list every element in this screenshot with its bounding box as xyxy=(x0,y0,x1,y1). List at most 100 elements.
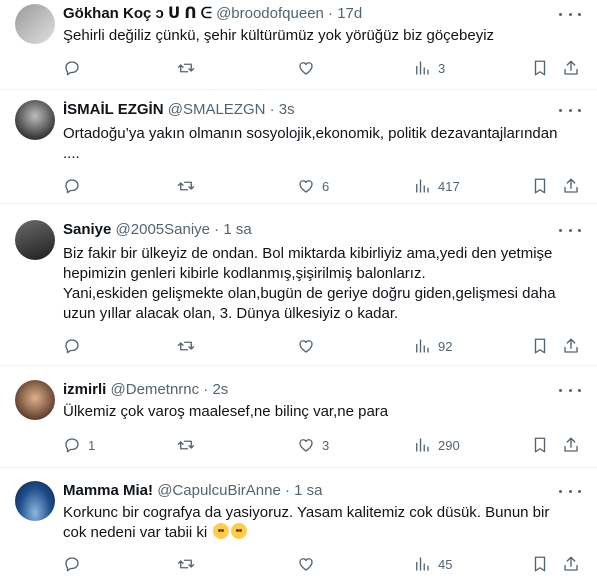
heart-icon xyxy=(299,439,313,452)
more-icon[interactable] xyxy=(559,102,581,118)
like-button[interactable] xyxy=(297,336,322,356)
author-handle-time[interactable]: @2005Saniye · 1 sa xyxy=(116,221,252,238)
tweet[interactable]: izmirli @Demetnrnc · 2s Ülkemiz çok varo… xyxy=(0,366,597,468)
action-bar: 1 3 290 xyxy=(0,435,597,455)
retweet-button[interactable] xyxy=(177,554,202,574)
retweet-icon xyxy=(177,63,195,73)
tweet-header: Mamma Mia! @CapulcuBirAnne · 1 sa xyxy=(63,481,557,501)
retweet-icon xyxy=(177,440,195,450)
bookmark-button[interactable] xyxy=(531,58,549,78)
avatar[interactable] xyxy=(15,4,55,44)
like-button[interactable] xyxy=(297,554,322,574)
bookmark-button[interactable] xyxy=(531,176,549,196)
reply-button[interactable] xyxy=(63,58,88,78)
bookmark-icon xyxy=(534,437,546,453)
views-button[interactable]: 3 xyxy=(413,58,445,78)
share-icon xyxy=(564,178,578,193)
avatar[interactable] xyxy=(15,481,55,521)
reply-button[interactable]: 1 xyxy=(63,435,95,455)
reply-button[interactable] xyxy=(63,336,88,356)
like-button[interactable] xyxy=(297,58,322,78)
views-button[interactable]: 417 xyxy=(413,176,460,196)
share-button[interactable] xyxy=(562,435,580,455)
reply-icon xyxy=(65,339,79,354)
action-bar: 6 417 xyxy=(0,176,597,196)
tweet-header: izmirli @Demetnrnc · 2s xyxy=(63,380,557,400)
bookmark-button[interactable] xyxy=(531,435,549,455)
share-icon xyxy=(564,60,578,75)
share-button[interactable] xyxy=(562,336,580,356)
tweet-text: Biz fakir bir ülkeyiz de ondan. Bol mikt… xyxy=(63,245,556,322)
tweet[interactable]: İSMAİL EZGİN @SMALEZGN · 3s Ortadoğu’ya … xyxy=(0,90,597,204)
heart-icon xyxy=(299,62,313,75)
share-icon xyxy=(564,556,578,571)
share-icon xyxy=(564,338,578,353)
share-button[interactable] xyxy=(562,554,580,574)
reply-button[interactable] xyxy=(63,554,88,574)
more-icon[interactable] xyxy=(559,6,581,22)
views-button[interactable]: 290 xyxy=(413,435,460,455)
share-button[interactable] xyxy=(562,58,580,78)
views-icon xyxy=(416,438,429,452)
more-icon[interactable] xyxy=(559,222,581,238)
reply-icon xyxy=(65,438,79,453)
like-button[interactable]: 6 xyxy=(297,176,329,196)
face-with-rolling-eyes-icon xyxy=(213,523,230,539)
tweet-header: Gökhan Koç ↄ ᑌ ᑎ ᕮ @broodofqueen · 17d xyxy=(63,4,557,24)
author-name[interactable]: Mamma Mia! xyxy=(63,482,153,499)
tweet[interactable]: Gökhan Koç ↄ ᑌ ᑎ ᕮ @broodofqueen · 17d Ş… xyxy=(0,0,597,90)
views-icon xyxy=(416,61,429,75)
author-handle-time[interactable]: @CapulcuBirAnne · 1 sa xyxy=(157,482,322,499)
heart-icon xyxy=(299,340,313,353)
tweet-text: Şehirli değiliz çünkü, şehir kültürümüz … xyxy=(63,27,495,44)
bookmark-icon xyxy=(534,60,546,76)
tweet-text: Ülkemiz çok varoş maalesef,ne bilinç var… xyxy=(63,403,389,420)
author-handle-time[interactable]: @Demetnrnc · 2s xyxy=(111,381,229,398)
tweet-header: Saniye @2005Saniye · 1 sa xyxy=(63,220,557,240)
reply-icon xyxy=(65,179,79,194)
reply-icon xyxy=(65,557,79,572)
bookmark-icon xyxy=(534,556,546,572)
retweet-button[interactable] xyxy=(177,176,202,196)
like-button[interactable]: 3 xyxy=(297,435,329,455)
views-button[interactable]: 92 xyxy=(413,336,452,356)
author-name[interactable]: Gökhan Koç ↄ ᑌ ᑎ ᕮ xyxy=(63,5,212,22)
avatar[interactable] xyxy=(15,220,55,260)
bookmark-button[interactable] xyxy=(531,554,549,574)
tweet-text: Ortadoğu’ya yakın olmanın sosyolojik,eko… xyxy=(63,125,558,162)
retweet-button[interactable] xyxy=(177,336,202,356)
share-button[interactable] xyxy=(562,176,580,196)
more-icon[interactable] xyxy=(559,382,581,398)
reply-icon xyxy=(65,61,79,76)
bookmark-button[interactable] xyxy=(531,336,549,356)
action-bar: 3 xyxy=(0,58,597,78)
bookmark-icon xyxy=(534,338,546,354)
author-name[interactable]: Saniye xyxy=(63,221,111,238)
author-name[interactable]: izmirli xyxy=(63,381,106,398)
avatar[interactable] xyxy=(15,380,55,420)
retweet-button[interactable] xyxy=(177,58,202,78)
tweet[interactable]: Mamma Mia! @CapulcuBirAnne · 1 sa Korkun… xyxy=(0,468,597,580)
bookmark-icon xyxy=(534,178,546,194)
retweet-icon xyxy=(177,341,195,351)
views-icon xyxy=(416,339,429,353)
face-with-rolling-eyes-icon xyxy=(231,523,248,539)
reply-button[interactable] xyxy=(63,176,88,196)
share-icon xyxy=(564,437,578,452)
action-bar: 45 xyxy=(0,554,597,574)
views-icon xyxy=(416,179,429,193)
action-bar: 92 xyxy=(0,336,597,356)
author-handle-time[interactable]: @broodofqueen · 17d xyxy=(216,5,362,22)
views-button[interactable]: 45 xyxy=(413,554,452,574)
tweet-header: İSMAİL EZGİN @SMALEZGN · 3s xyxy=(63,100,557,120)
retweet-icon xyxy=(177,181,195,191)
author-handle-time[interactable]: @SMALEZGN · 3s xyxy=(168,101,295,118)
tweet-text: Korkunc bir cografya da yasiyoruz. Yasam… xyxy=(63,504,550,541)
retweet-button[interactable] xyxy=(177,435,202,455)
tweet[interactable]: Saniye @2005Saniye · 1 sa Biz fakir bir … xyxy=(0,204,597,366)
more-icon[interactable] xyxy=(559,483,581,499)
author-name[interactable]: İSMAİL EZGİN xyxy=(63,101,164,118)
heart-icon xyxy=(299,558,313,571)
avatar[interactable] xyxy=(15,100,55,140)
views-icon xyxy=(416,557,429,571)
